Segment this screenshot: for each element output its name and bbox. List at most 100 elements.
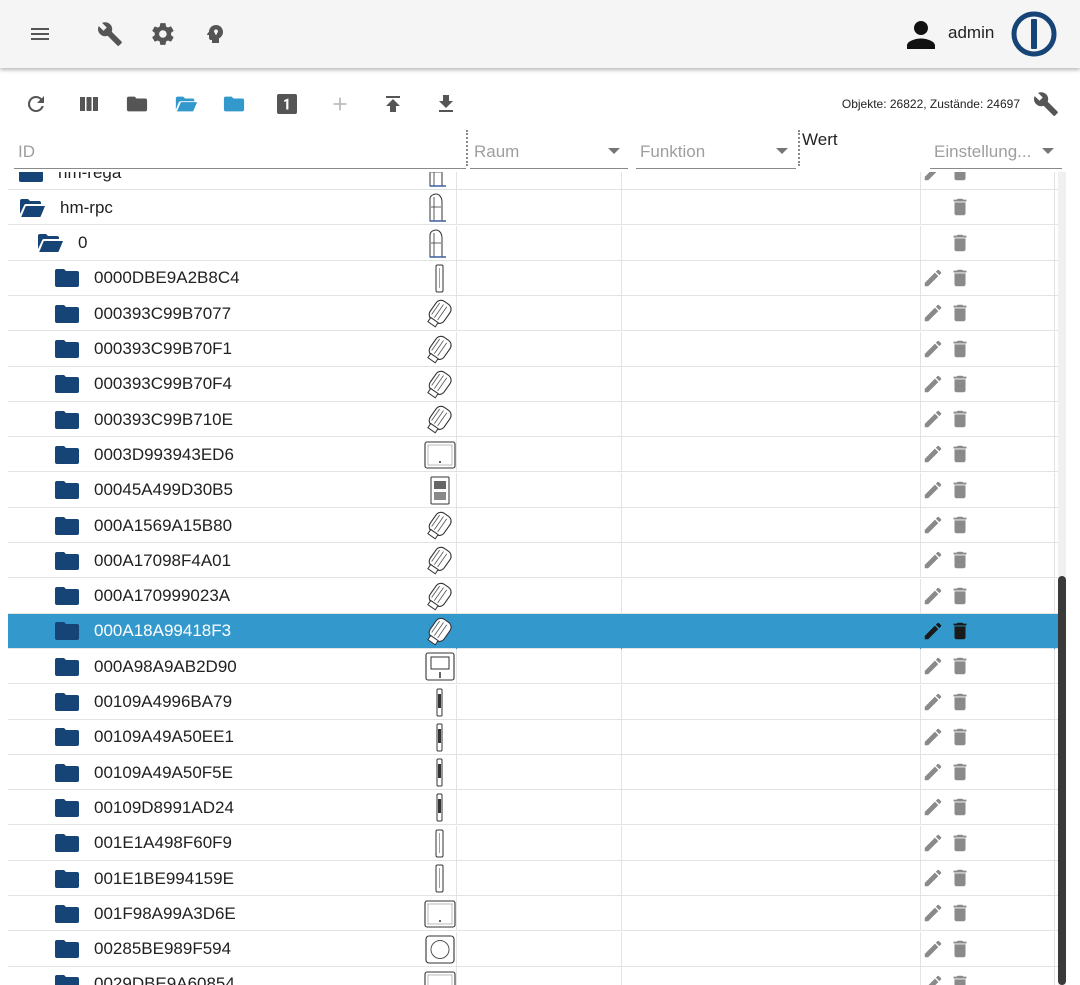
expand-all-button[interactable] xyxy=(166,84,206,124)
edit-icon[interactable] xyxy=(922,549,944,571)
folder-toggle[interactable] xyxy=(54,480,80,500)
edit-icon[interactable] xyxy=(922,973,944,985)
row-id-cell[interactable]: 00109D8991AD24 xyxy=(54,790,234,825)
edit-icon[interactable] xyxy=(922,655,944,677)
delete-icon[interactable] xyxy=(949,620,971,642)
table-row[interactable]: 00109A4996BA79 xyxy=(8,684,1060,720)
folder-toggle[interactable] xyxy=(54,445,80,465)
menu-button[interactable] xyxy=(20,14,60,54)
edit-icon[interactable] xyxy=(922,172,944,183)
folder-open-toggle[interactable] xyxy=(36,233,64,253)
toolbar-settings-button[interactable] xyxy=(1026,84,1066,124)
edit-icon[interactable] xyxy=(922,938,944,960)
row-id-cell[interactable]: 000A170999023A xyxy=(54,579,230,614)
folder-open-toggle[interactable] xyxy=(18,198,46,218)
folder-toggle[interactable] xyxy=(54,551,80,571)
settings-wrench-button[interactable] xyxy=(90,14,130,54)
folder-toggle[interactable] xyxy=(54,939,80,959)
folder-toggle[interactable] xyxy=(54,339,80,359)
delete-icon[interactable] xyxy=(949,514,971,536)
expert-mode-button[interactable] xyxy=(195,14,235,54)
edit-icon[interactable] xyxy=(922,302,944,324)
table-row[interactable]: 000393C99B70F4 xyxy=(8,366,1060,402)
row-id-cell[interactable]: 0029DBE9A60854 xyxy=(54,967,235,985)
table-row[interactable]: 000393C99B70F1 xyxy=(8,331,1060,367)
delete-icon[interactable] xyxy=(949,479,971,501)
edit-icon[interactable] xyxy=(922,726,944,748)
delete-icon[interactable] xyxy=(949,338,971,360)
table-row[interactable]: 00109A49A50EE1 xyxy=(8,719,1060,755)
folder-toggle[interactable] xyxy=(54,304,80,324)
add-object-button[interactable] xyxy=(320,84,360,124)
edit-icon[interactable] xyxy=(922,585,944,607)
function-filter-select[interactable]: Funktion xyxy=(636,128,796,169)
table-row[interactable]: 00109A49A50F5E xyxy=(8,755,1060,791)
edit-icon[interactable] xyxy=(922,267,944,289)
table-row[interactable]: 001F98A99A3D6E xyxy=(8,896,1060,932)
row-id-cell[interactable]: 000A17098F4A01 xyxy=(54,543,231,578)
upload-button[interactable] xyxy=(373,84,413,124)
row-id-cell[interactable]: 000A18A99418F3 xyxy=(54,614,231,649)
table-row[interactable]: 00045A499D30B5 xyxy=(8,472,1060,508)
folder-toggle[interactable] xyxy=(54,586,80,606)
folder-toggle[interactable] xyxy=(54,268,80,288)
delete-icon[interactable] xyxy=(949,373,971,395)
columns-button[interactable] xyxy=(69,84,109,124)
edit-icon[interactable] xyxy=(922,408,944,430)
column-resize-handle[interactable] xyxy=(466,130,468,166)
delete-icon[interactable] xyxy=(949,902,971,924)
delete-icon[interactable] xyxy=(949,796,971,818)
table-row[interactable]: 000393C99B710E xyxy=(8,402,1060,438)
row-id-cell[interactable]: 000393C99B70F1 xyxy=(54,332,232,367)
edit-icon[interactable] xyxy=(922,832,944,854)
edit-icon[interactable] xyxy=(922,514,944,536)
row-id-cell[interactable]: 000A98A9AB2D90 xyxy=(54,649,237,684)
delete-icon[interactable] xyxy=(949,267,971,289)
table-row[interactable]: hm-rega xyxy=(8,172,1060,190)
row-id-cell[interactable]: 00285BE989F594 xyxy=(54,932,231,967)
table-scrollbar[interactable] xyxy=(1058,172,1066,985)
edit-icon[interactable] xyxy=(922,796,944,818)
folder-toggle[interactable] xyxy=(54,798,80,818)
table-row[interactable]: 000393C99B7077 xyxy=(8,296,1060,332)
delete-icon[interactable] xyxy=(949,691,971,713)
folder-toggle[interactable] xyxy=(54,763,80,783)
delete-icon[interactable] xyxy=(949,761,971,783)
table-row[interactable]: 001E1A498F60F9 xyxy=(8,825,1060,861)
delete-icon[interactable] xyxy=(949,302,971,324)
edit-icon[interactable] xyxy=(922,479,944,501)
row-id-cell[interactable]: 00045A499D30B5 xyxy=(54,473,233,508)
folder-toggle[interactable] xyxy=(54,621,80,641)
row-id-cell[interactable]: hm-rpc xyxy=(18,190,113,225)
delete-icon[interactable] xyxy=(949,196,971,218)
delete-icon[interactable] xyxy=(949,585,971,607)
scrollbar-thumb[interactable] xyxy=(1058,576,1066,985)
table-row[interactable]: 000A170999023A xyxy=(8,578,1060,614)
table-row[interactable]: 000A98A9AB2D90 xyxy=(8,649,1060,685)
table-row[interactable]: 0000DBE9A2B8C4 xyxy=(8,260,1060,296)
folder-toggle[interactable] xyxy=(54,410,80,430)
delete-icon[interactable] xyxy=(949,232,971,254)
room-filter-select[interactable]: Raum xyxy=(470,128,628,169)
delete-icon[interactable] xyxy=(949,938,971,960)
edit-icon[interactable] xyxy=(922,691,944,713)
row-id-cell[interactable]: 001E1A498F60F9 xyxy=(54,826,232,861)
table-row[interactable]: 001E1BE994159E xyxy=(8,861,1060,896)
download-button[interactable] xyxy=(426,84,466,124)
folder-toggle[interactable] xyxy=(54,904,80,924)
delete-icon[interactable] xyxy=(949,867,971,889)
row-id-cell[interactable]: 001F98A99A3D6E xyxy=(54,896,236,931)
folder-toggle[interactable] xyxy=(54,974,80,985)
id-filter-input[interactable]: ID xyxy=(14,128,466,169)
row-id-cell[interactable]: hm-rega xyxy=(18,172,121,190)
edit-icon[interactable] xyxy=(922,373,944,395)
delete-icon[interactable] xyxy=(949,726,971,748)
table-row[interactable]: 0003D993943ED6 xyxy=(8,437,1060,473)
folder-toggle[interactable] xyxy=(18,172,44,183)
delete-icon[interactable] xyxy=(949,655,971,677)
settings-gear-button[interactable] xyxy=(143,14,183,54)
edit-icon[interactable] xyxy=(922,867,944,889)
row-id-cell[interactable]: 000393C99B7077 xyxy=(54,296,231,331)
delete-icon[interactable] xyxy=(949,973,971,985)
user-icon[interactable] xyxy=(900,14,942,56)
